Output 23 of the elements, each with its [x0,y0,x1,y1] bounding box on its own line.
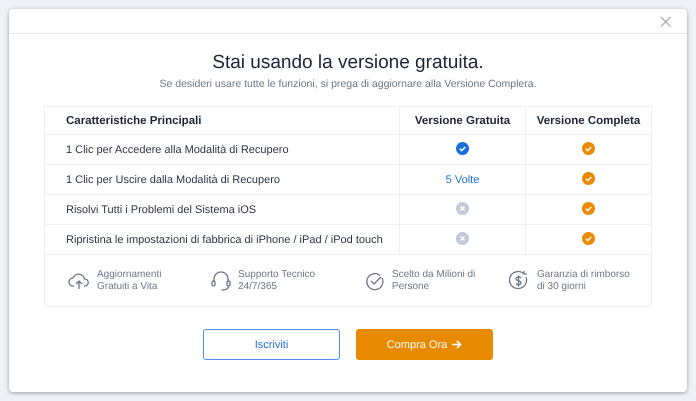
perk-text: Aggiornamenti Gratuiti a Vita [97,269,162,292]
perk-text: Garanzia di rimborso di 30 giorni [536,269,631,292]
usage-limit: 5 Volte [446,174,480,186]
feature-label: 1 Clic per Accedere alla Modalità di Recupero [66,144,289,156]
close-button[interactable]: × [654,12,677,30]
perk-text: Supporto Tecnico 24/7/365 [238,269,316,292]
column-header: Versione Gratuita [414,114,510,126]
cross-circle-icon [456,202,469,214]
perk-text: Scelto da Milioni di Persone [392,269,476,292]
dollar-refund-icon [508,270,530,292]
column-header: Versione Completa [536,114,640,126]
feature-label: 1 Clic per Uscire dalla Modalità di Recupero [66,174,280,186]
feature-label: Risolvi Tutti i Problemi del Sistema iOS [66,204,256,216]
dialog-subtitle: Se desideri usare tutte le funzioni, si prega di aggiornare alla Versione Complera. [159,78,537,90]
dialog-title: Stai usando la versione gratuita. [212,52,484,74]
check-circle-icon [364,270,385,290]
cross-circle-icon [456,232,469,244]
headset-icon [211,270,232,292]
feature-label: Ripristina le impostazioni di fabbrica di iPhone / iPad / iPod touch [66,234,383,246]
cloud-upload-icon [68,270,90,290]
register-button[interactable]: Iscriviti [203,329,340,360]
column-header: Caratteristiche Principali [66,114,202,126]
buy-button[interactable]: Compra Ora [356,329,493,360]
